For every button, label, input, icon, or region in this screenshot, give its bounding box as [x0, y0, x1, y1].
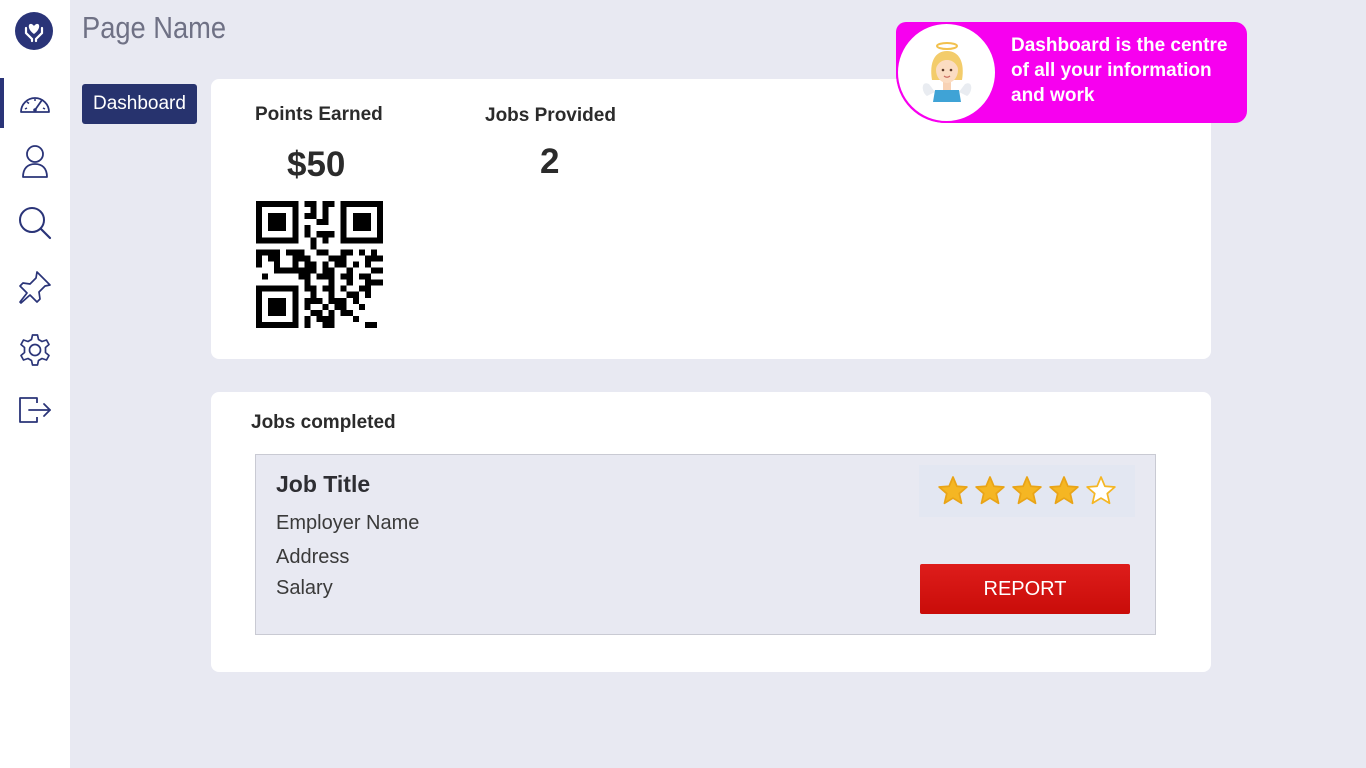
nav-profile[interactable] [0, 136, 70, 186]
search-icon [19, 207, 52, 240]
job-address: Address [276, 546, 350, 568]
qr-code [256, 201, 383, 328]
helping-hands-heart-icon [24, 23, 44, 43]
jobs-provided-value: 2 [540, 142, 560, 181]
star-rating[interactable] [919, 465, 1135, 517]
logout-icon [19, 397, 51, 423]
points-earned-label: Points Earned [255, 104, 383, 125]
jobs-completed-title: Jobs completed [251, 412, 396, 433]
tooltip-text: Dashboard is the centre of all your info… [1011, 35, 1228, 106]
pin-icon [19, 271, 51, 304]
onboarding-tooltip[interactable]: Dashboard is the centre of all your info… [896, 22, 1247, 123]
star-filled-icon[interactable] [1011, 475, 1043, 507]
angel-icon [922, 41, 971, 102]
profile-icon [22, 145, 48, 178]
nav-search[interactable] [0, 198, 70, 248]
page-title: Page Name [82, 10, 227, 45]
job-title: Job Title [276, 471, 371, 497]
job-list-item[interactable]: Job Title Employer Name Address Salary R… [255, 454, 1156, 635]
star-empty-icon[interactable] [1085, 475, 1117, 507]
nav-dashboard[interactable] [0, 78, 70, 128]
dashboard-gauge-icon [20, 97, 50, 113]
nav-logout[interactable] [0, 385, 70, 435]
points-earned-value: $50 [287, 145, 346, 184]
settings-gear-icon [20, 334, 50, 366]
job-salary: Salary [276, 577, 333, 599]
logo[interactable] [15, 12, 53, 50]
jobs-provided-label: Jobs Provided [485, 105, 616, 126]
report-button[interactable]: REPORT [920, 564, 1130, 614]
star-filled-icon[interactable] [937, 475, 969, 507]
star-filled-icon[interactable] [1048, 475, 1080, 507]
breadcrumb-dashboard[interactable]: Dashboard [82, 84, 197, 124]
angel-avatar [896, 22, 997, 123]
nav-settings[interactable] [0, 325, 70, 375]
jobs-completed-card: Jobs completed Job Title Employer Name A… [211, 392, 1211, 672]
nav-pinned[interactable] [0, 262, 70, 312]
star-filled-icon[interactable] [974, 475, 1006, 507]
employer-name: Employer Name [276, 512, 420, 534]
sidebar [0, 0, 70, 768]
